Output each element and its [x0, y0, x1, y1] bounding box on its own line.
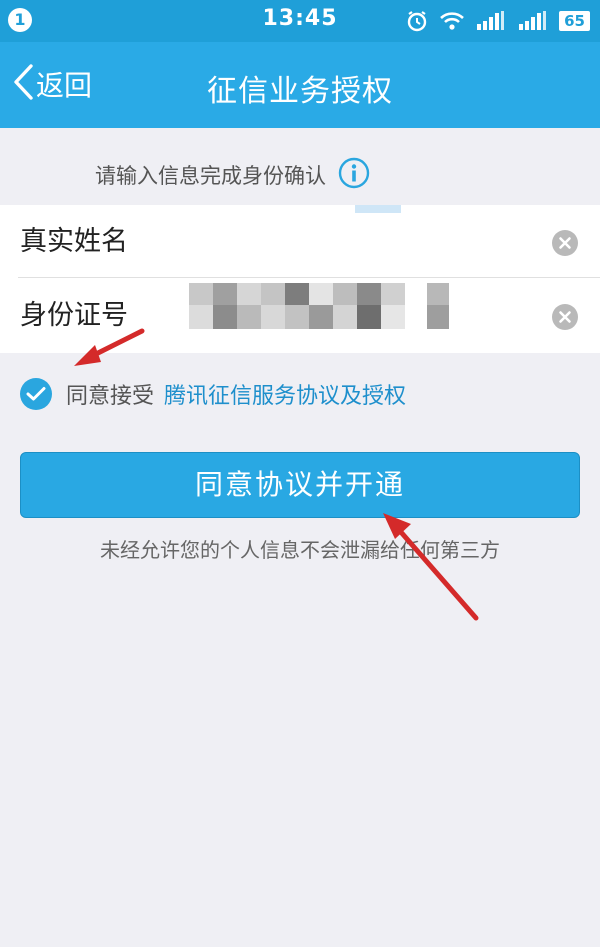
- agreement-link[interactable]: 腾讯征信服务协议及授权: [164, 378, 406, 410]
- id-number-label: 身份证号: [20, 300, 128, 331]
- real-name-label: 真实姓名: [20, 226, 128, 257]
- nav-bar: 返回 征信业务授权: [0, 42, 600, 128]
- checkmark-icon: [26, 387, 46, 401]
- status-icons: 65: [405, 8, 590, 34]
- form-hint: 请输入信息完成身份确认: [95, 155, 370, 195]
- agree-and-activate-button[interactable]: 同意协议并开通: [20, 452, 580, 518]
- real-name-field: 真实姓名: [0, 205, 600, 279]
- agreement-row: 同意接受 腾讯征信服务协议及授权: [20, 372, 406, 416]
- hint-text: 请输入信息完成身份确认: [95, 164, 326, 188]
- alarm-icon: [405, 9, 429, 33]
- agree-checkbox[interactable]: [20, 378, 52, 410]
- status-bar: 1 13:45 65: [0, 0, 600, 42]
- privacy-note: 未经允许您的个人信息不会泄漏给任何第三方: [100, 538, 500, 562]
- id-number-field: 身份证号: [0, 279, 600, 353]
- clear-icon[interactable]: [552, 304, 578, 330]
- signal-icon: [517, 10, 549, 32]
- page-title: 征信业务授权: [207, 74, 393, 109]
- info-icon[interactable]: [338, 157, 370, 194]
- redacted-mosaic: [173, 279, 463, 353]
- agree-prefix: 同意接受: [66, 384, 155, 409]
- field-divider: [18, 277, 600, 278]
- redacted-mosaic: [173, 205, 463, 279]
- signal-icon: [475, 10, 507, 32]
- clear-icon[interactable]: [552, 230, 578, 256]
- arrow-to-button: [383, 513, 479, 621]
- wifi-icon: [439, 10, 465, 32]
- battery-level: 65: [559, 11, 590, 31]
